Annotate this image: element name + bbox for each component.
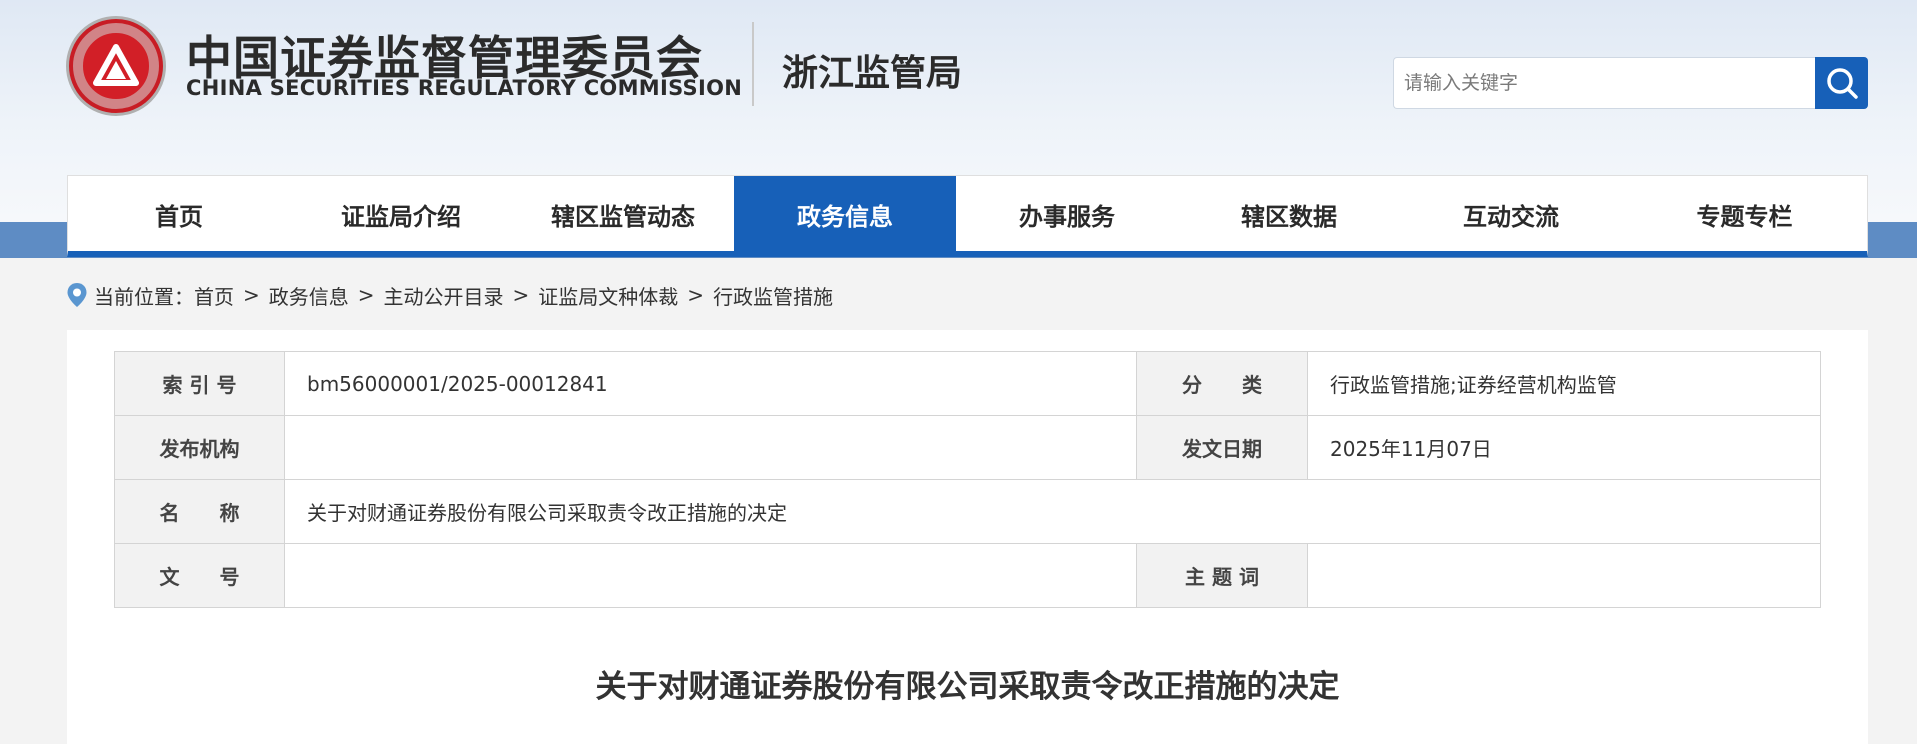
- breadcrumb-separator: >: [243, 283, 260, 307]
- content-panel: 索 引 号 bm56000001/2025-00012841 分 类 行政监管措…: [67, 330, 1868, 744]
- breadcrumb-item-government-info[interactable]: 政务信息: [269, 281, 349, 310]
- publisher-value: [284, 415, 1137, 480]
- nav-item-regional-data[interactable]: 辖区数据: [1178, 176, 1400, 252]
- issue-date-label: 发文日期: [1136, 415, 1308, 480]
- breadcrumb-separator: >: [687, 283, 705, 307]
- table-row: 索 引 号 bm56000001/2025-00012841 分 类 行政监管措…: [114, 351, 1821, 416]
- table-row: 发布机构 发文日期 2025年11月07日: [114, 415, 1821, 480]
- nav-item-bureau-intro[interactable]: 证监局介绍: [290, 176, 512, 252]
- search-input[interactable]: [1393, 57, 1816, 109]
- nav-item-interaction[interactable]: 互动交流: [1400, 176, 1622, 252]
- logo-english-title[interactable]: CHINA SECURITIES REGULATORY COMMISSION: [186, 76, 742, 100]
- keywords-value: [1307, 543, 1821, 608]
- breadcrumb-item-disclosure-catalog[interactable]: 主动公开目录: [384, 281, 504, 310]
- document-meta-table: 索 引 号 bm56000001/2025-00012841 分 类 行政监管措…: [114, 351, 1821, 608]
- doc-name-value: 关于对财通证券股份有限公司采取责令改正措施的决定: [284, 479, 1821, 544]
- breadcrumb-separator: >: [357, 283, 375, 307]
- search-button[interactable]: [1815, 57, 1868, 109]
- breadcrumb-prefix: 当前位置：: [94, 284, 194, 309]
- nav-item-regional-news[interactable]: 辖区监管动态: [512, 176, 734, 252]
- keywords-label: 主 题 词: [1136, 543, 1308, 608]
- breadcrumb: 当前位置： 首页 > 政务信息 > 主动公开目录 > 证监局文种体裁 > 行政监…: [66, 280, 833, 310]
- issue-date-value: 2025年11月07日: [1307, 415, 1821, 480]
- breadcrumb-separator: >: [512, 283, 530, 307]
- logo-divider: [752, 22, 754, 106]
- search-icon: [1826, 68, 1858, 99]
- nav-item-government-info[interactable]: 政务信息: [734, 176, 956, 252]
- doc-number-label: 文 号: [114, 543, 285, 608]
- index-number-value: bm56000001/2025-00012841: [284, 351, 1137, 416]
- csrc-seal-logo[interactable]: [66, 16, 166, 116]
- nav-item-special-topics[interactable]: 专题专栏: [1622, 176, 1867, 252]
- breadcrumb-item-admin-measures[interactable]: 行政监管措施: [713, 281, 833, 310]
- nav-item-home[interactable]: 首页: [68, 176, 290, 252]
- index-number-label: 索 引 号: [114, 351, 285, 416]
- table-row: 名 称 关于对财通证券股份有限公司采取责令改正措施的决定: [114, 479, 1821, 544]
- bureau-name: 浙江监管局: [782, 53, 963, 94]
- location-pin-icon: [67, 283, 87, 307]
- category-label: 分 类: [1136, 351, 1308, 416]
- category-value: 行政监管措施;证券经营机构监管: [1307, 351, 1821, 416]
- doc-name-label: 名 称: [114, 479, 285, 544]
- table-row: 文 号 主 题 词: [114, 543, 1821, 608]
- publisher-label: 发布机构: [114, 415, 285, 480]
- breadcrumb-item-home[interactable]: 首页: [194, 281, 234, 310]
- nav-item-services[interactable]: 办事服务: [956, 176, 1178, 252]
- document-title: 关于对财通证券股份有限公司采取责令改正措施的决定: [595, 669, 1340, 705]
- main-nav: 首页 证监局介绍 辖区监管动态 政务信息 办事服务 辖区数据 互动交流 专题专栏: [67, 175, 1868, 257]
- doc-number-value: [284, 543, 1137, 608]
- breadcrumb-item-document-types[interactable]: 证监局文种体裁: [538, 281, 678, 310]
